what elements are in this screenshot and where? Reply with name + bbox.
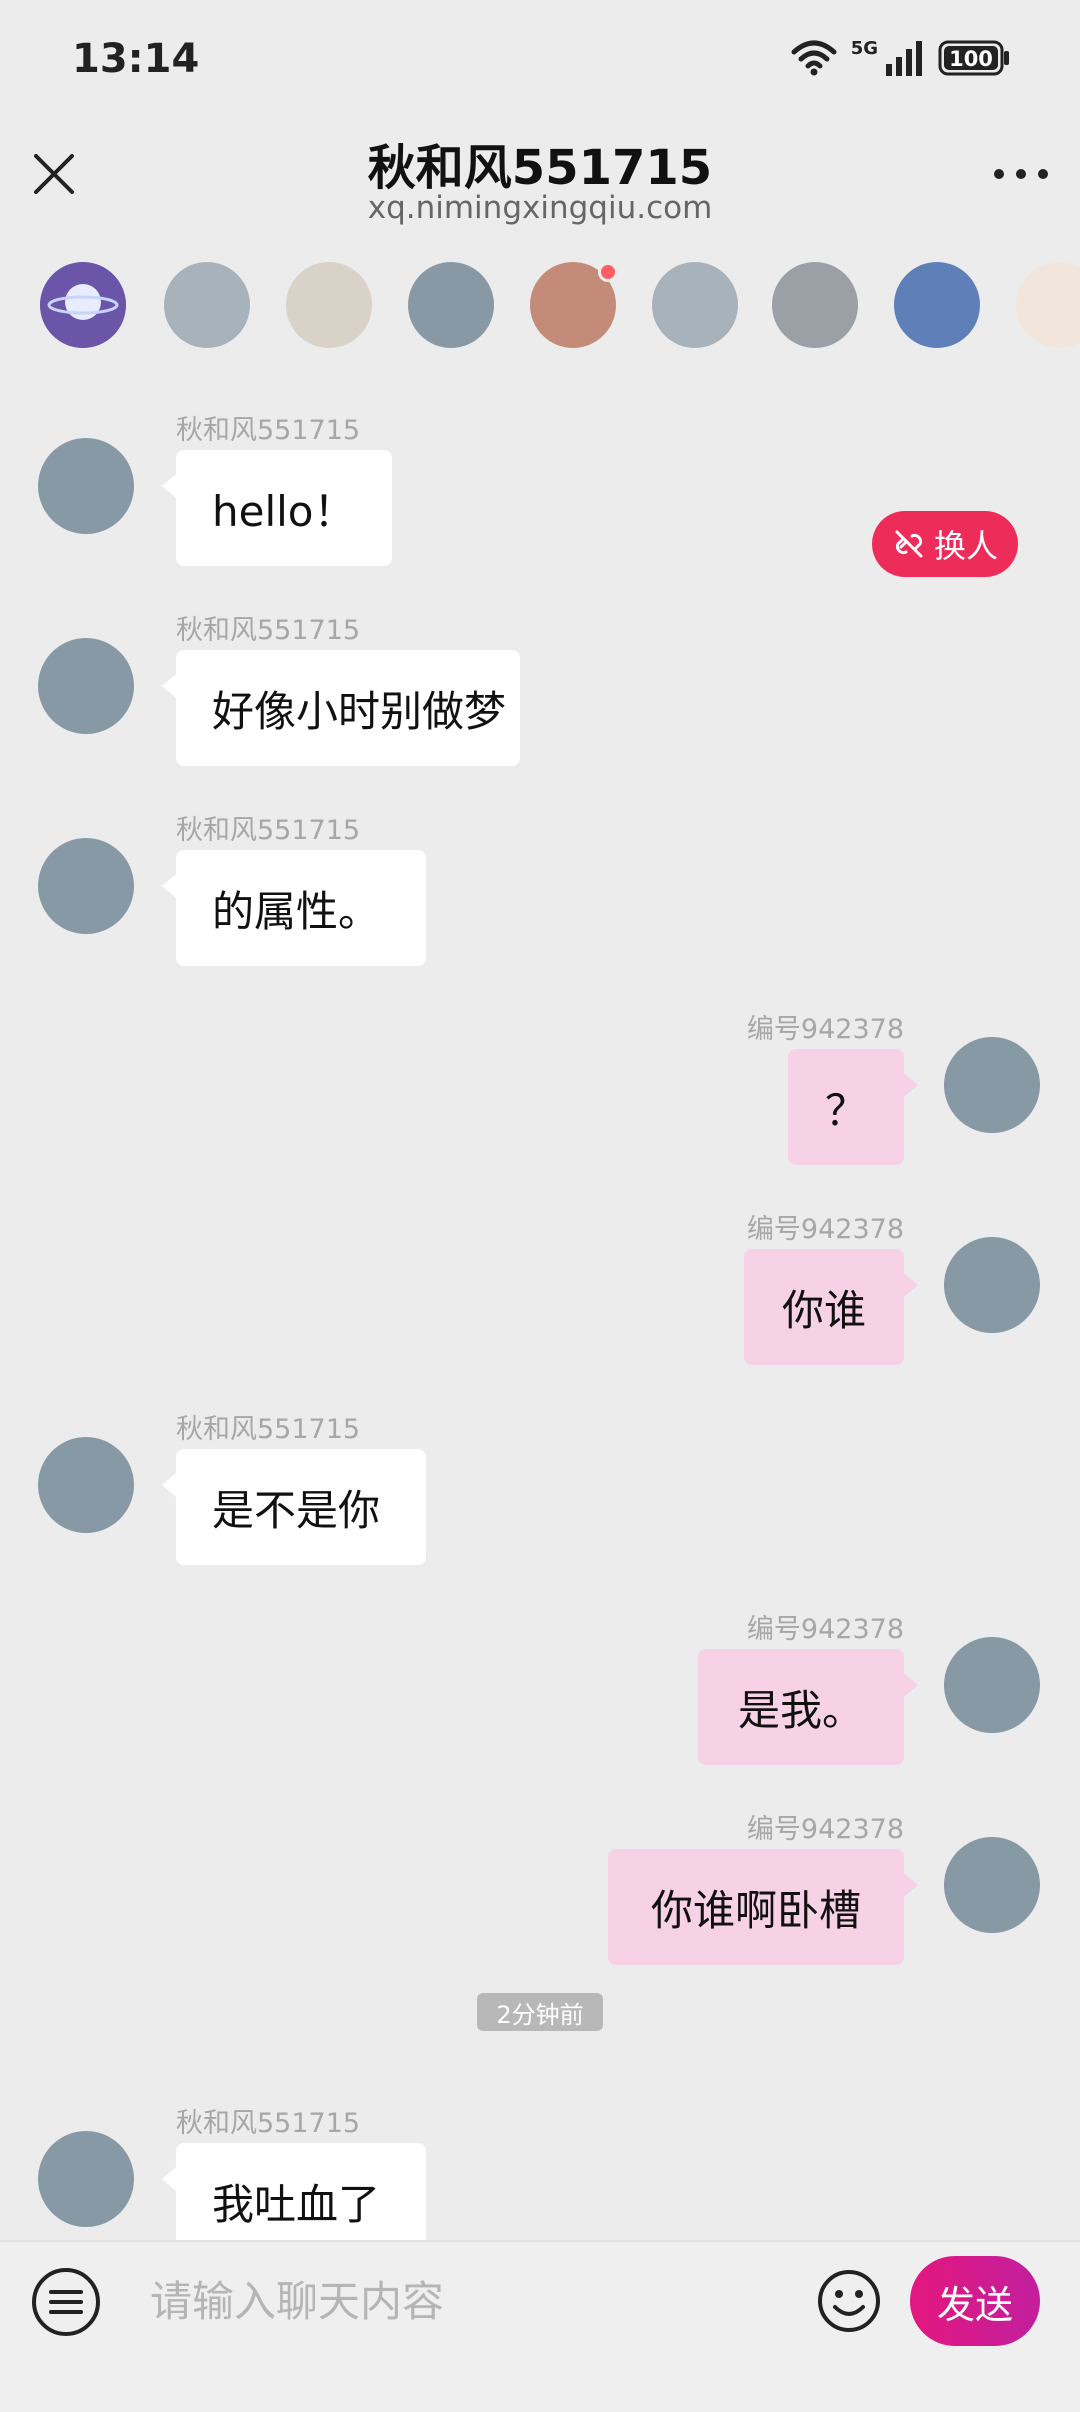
message-bubble[interactable]: 你谁啊卧槽 <box>608 1849 904 1965</box>
smiley-icon <box>818 2270 880 2332</box>
strip-blue-cat-avatar[interactable] <box>894 262 980 348</box>
sender-name: 编号942378 <box>746 1614 904 1645</box>
avatar[interactable] <box>38 638 134 734</box>
bubble-tail <box>162 674 176 698</box>
sender-name: 编号942378 <box>746 1214 904 1245</box>
message-bubble[interactable]: 好像小时别做梦 <box>176 650 520 766</box>
more-options-button[interactable] <box>994 162 1048 186</box>
avatar[interactable] <box>38 438 134 534</box>
no-link-icon <box>895 530 923 558</box>
avatar[interactable] <box>38 838 134 934</box>
more-icon-dot <box>1016 169 1026 179</box>
strip-cartoon-cat-avatar[interactable] <box>1016 262 1080 348</box>
menu-icon-line <box>49 2310 83 2314</box>
sender-name: 编号942378 <box>746 1014 904 1045</box>
sender-name: 秋和风551715 <box>176 415 361 446</box>
battery-level: 100 <box>949 47 993 71</box>
bubble-tail <box>904 1873 918 1897</box>
sender-name: 编号942378 <box>746 1814 904 1845</box>
status-time: 13:14 <box>72 36 200 82</box>
avatar[interactable] <box>944 1237 1040 1333</box>
more-icon-dot <box>1038 169 1048 179</box>
input-bar: 发送 <box>0 2240 1080 2412</box>
chat-header: 秋和风551715 xq.nimingxingqiu.com <box>0 120 1080 240</box>
battery-icon: 100 <box>938 40 1010 76</box>
avatar[interactable] <box>944 1637 1040 1733</box>
chat-input[interactable] <box>150 2258 790 2344</box>
bubble-tail <box>162 2167 176 2191</box>
signal-icon <box>884 40 924 76</box>
status-icons: 5G 100 <box>791 36 1010 80</box>
avatar[interactable] <box>944 1837 1040 1933</box>
strip-grey-avatar-2[interactable] <box>652 262 738 348</box>
message-bubble[interactable]: ？ <box>788 1049 904 1165</box>
message-bubble[interactable]: 的属性。 <box>176 850 426 966</box>
wifi-icon <box>791 40 837 76</box>
more-icon-dot <box>994 169 1004 179</box>
avatar[interactable] <box>38 2131 134 2227</box>
switch-person-button[interactable]: 换人 <box>872 511 1018 577</box>
avatar[interactable] <box>38 1437 134 1533</box>
strip-dark-grey-avatar[interactable] <box>408 262 494 348</box>
chat-subtitle: xq.nimingxingqiu.com <box>367 190 713 226</box>
emoji-button[interactable] <box>816 2268 882 2334</box>
chat-title: 秋和风551715 <box>367 140 713 196</box>
bubble-tail <box>162 874 176 898</box>
message-bubble[interactable]: 是不是你 <box>176 1449 426 1565</box>
avatar[interactable] <box>944 1037 1040 1133</box>
switch-person-label: 换人 <box>933 527 998 565</box>
strip-planet-avatar[interactable] <box>40 262 126 348</box>
bubble-tail <box>162 1473 176 1497</box>
menu-icon-line <box>49 2290 83 2294</box>
message-bubble[interactable]: hello！ <box>176 450 392 566</box>
sender-name: 秋和风551715 <box>176 1414 361 1445</box>
send-button[interactable]: 发送 <box>910 2256 1040 2346</box>
network-type-label: 5G <box>850 37 878 59</box>
menu-button[interactable] <box>32 2268 100 2336</box>
message-bubble[interactable]: 是我。 <box>698 1649 904 1765</box>
bubble-tail <box>904 1273 918 1297</box>
status-bar: 13:14 5G 100 <box>0 0 1080 120</box>
message-bubble[interactable]: 你谁 <box>744 1249 904 1365</box>
sender-name: 秋和风551715 <box>176 615 361 646</box>
strip-cat-avatar[interactable] <box>286 262 372 348</box>
planet-icon <box>40 262 126 348</box>
sender-name: 秋和风551715 <box>176 2108 361 2139</box>
menu-icon-line <box>49 2300 83 2304</box>
bubble-tail <box>904 1673 918 1697</box>
strip-grey-avatar[interactable] <box>164 262 250 348</box>
time-divider: 2分钟前 <box>477 1993 603 2031</box>
bubble-tail <box>904 1073 918 1097</box>
notification-dot <box>598 262 618 282</box>
sender-name: 秋和风551715 <box>176 815 361 846</box>
bubble-tail <box>162 474 176 498</box>
online-users-strip <box>0 262 1080 354</box>
strip-character-avatar[interactable] <box>772 262 858 348</box>
